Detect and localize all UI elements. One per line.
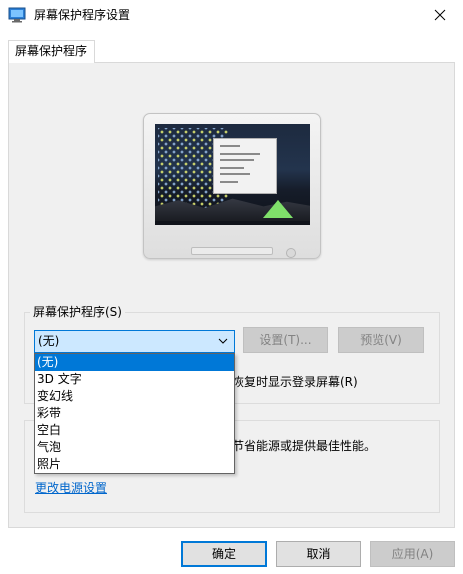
monitor-bezel-bar	[191, 247, 273, 255]
title-bar: 屏幕保护程序设置	[0, 0, 463, 30]
preview-screen	[155, 124, 310, 225]
screensaver-dropdown-list: (无) 3D 文字 变幻线 彩带 空白 气泡 照片	[34, 353, 235, 474]
dropdown-option[interactable]: 变幻线	[35, 388, 234, 405]
screensaver-selected-value: (无)	[38, 334, 60, 348]
apply-button[interactable]: 应用(A)	[370, 541, 455, 567]
screensaver-settings-window: 屏幕保护程序设置 屏幕保护程序 屏幕保护程序(S) (无) 设置(T)... 预…	[0, 0, 463, 574]
monitor-power-icon	[286, 248, 296, 258]
dropdown-option[interactable]: 空白	[35, 422, 234, 439]
screensaver-settings-icon	[8, 7, 26, 23]
window-title: 屏幕保护程序设置	[34, 8, 131, 22]
preview-taskbar	[155, 221, 310, 225]
dropdown-option[interactable]: 照片	[35, 456, 234, 473]
power-description: 节省能源或提供最佳性能。	[232, 439, 377, 453]
chevron-down-icon	[218, 338, 228, 344]
close-icon	[434, 9, 446, 21]
dropdown-option[interactable]: (无)	[35, 354, 234, 371]
preview-button[interactable]: 预览(V)	[338, 327, 424, 353]
change-power-settings-link[interactable]: 更改电源设置	[35, 480, 107, 496]
cancel-button[interactable]: 取消	[276, 541, 361, 567]
dropdown-option[interactable]: 3D 文字	[35, 371, 234, 388]
close-button[interactable]	[417, 0, 463, 30]
monitor-preview	[143, 113, 321, 259]
dropdown-option[interactable]: 彩带	[35, 405, 234, 422]
settings-button[interactable]: 设置(T)...	[243, 327, 328, 353]
screensaver-select[interactable]: (无)	[34, 330, 235, 353]
preview-dialog-thumbnail	[213, 138, 277, 194]
ok-button[interactable]: 确定	[181, 541, 267, 567]
screensaver-group-label: 屏幕保护程序(S)	[30, 305, 125, 319]
tab-screensaver[interactable]: 屏幕保护程序	[8, 40, 95, 63]
resume-login-checkbox-label[interactable]: 恢复时显示登录屏幕(R)	[232, 374, 358, 390]
dropdown-option[interactable]: 气泡	[35, 439, 234, 456]
